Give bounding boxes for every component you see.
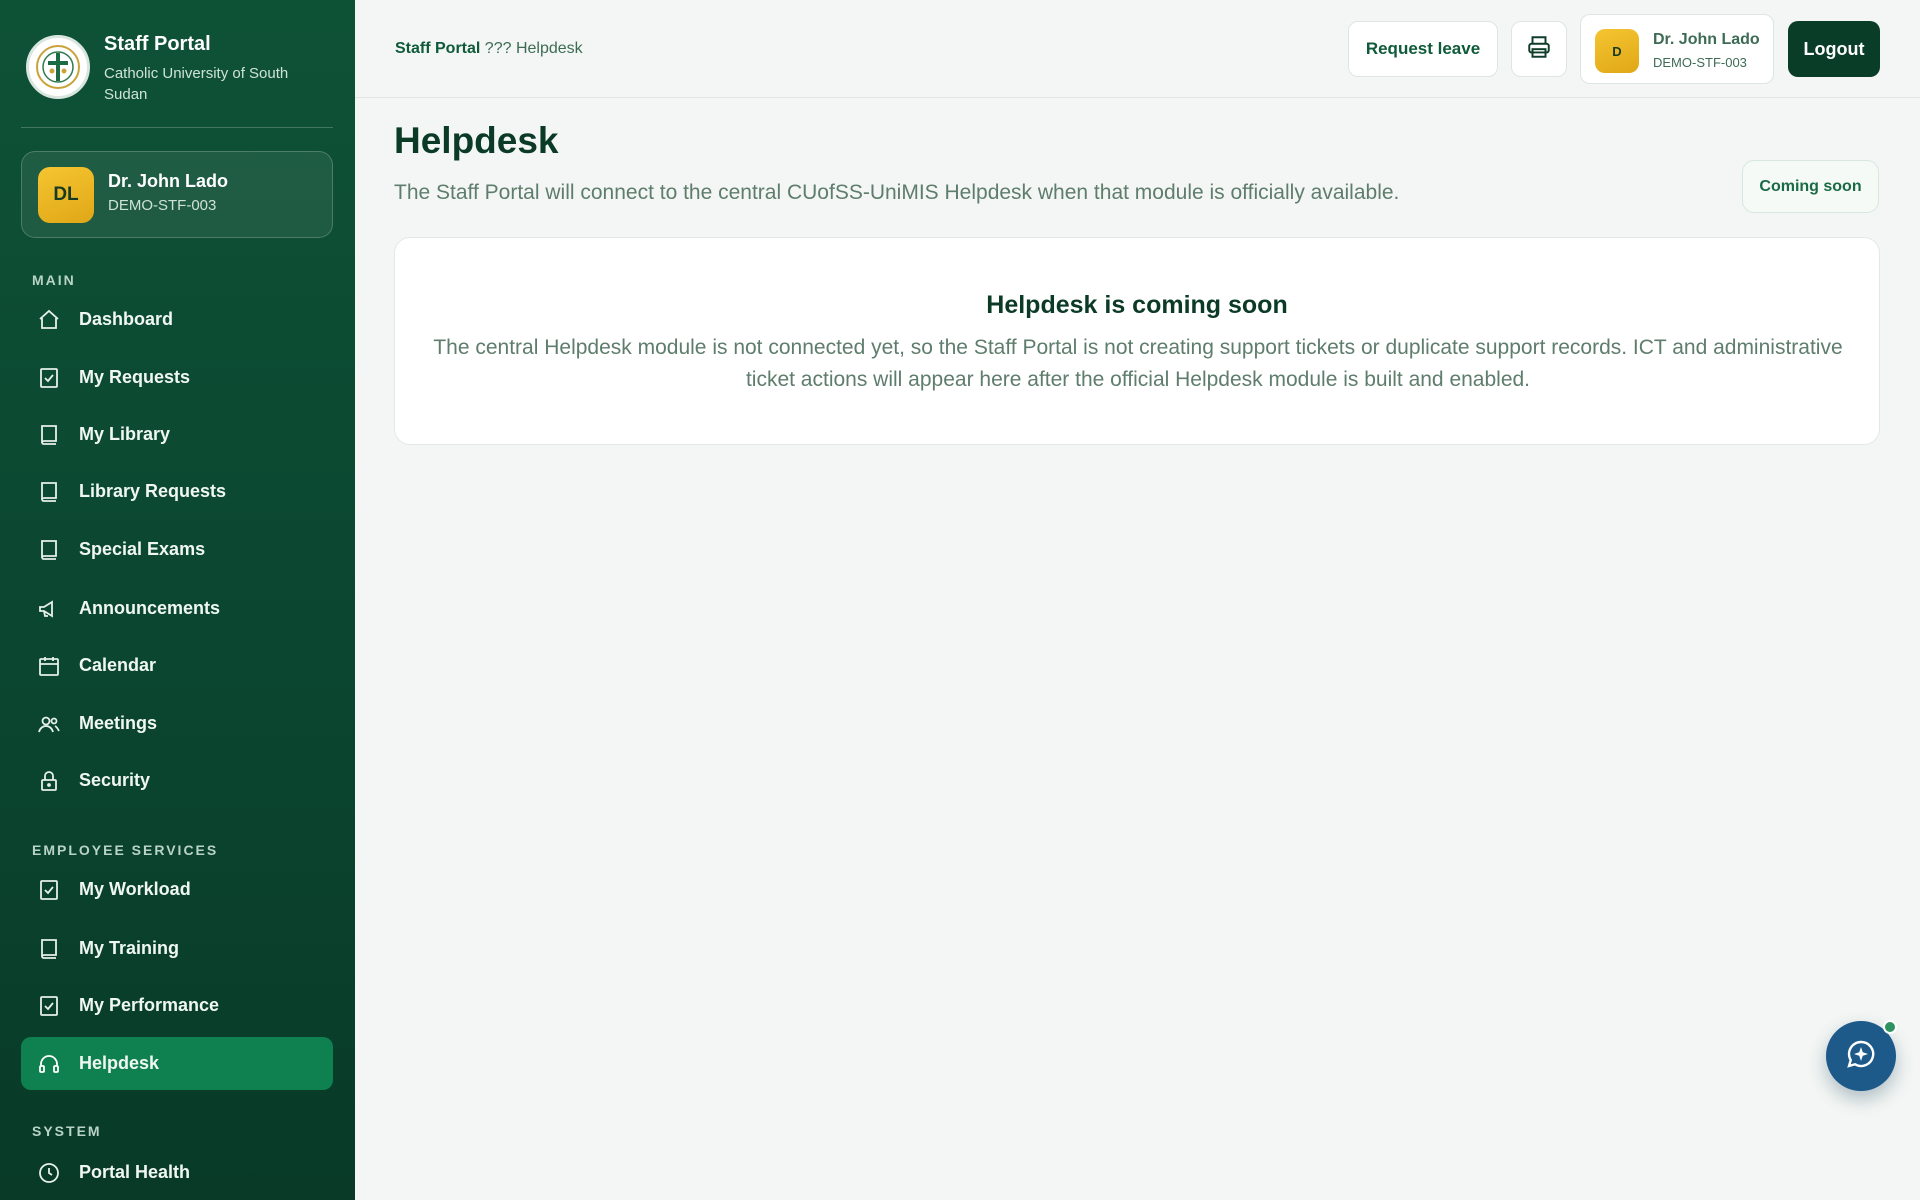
- sidebar-item-announcements[interactable]: Announcements: [21, 582, 333, 635]
- card-body: The central Helpdesk module is not conne…: [433, 336, 1843, 391]
- sidebar-item-my-training[interactable]: My Training: [21, 922, 333, 975]
- sidebar-item-my-workload[interactable]: My Workload: [21, 863, 333, 916]
- sidebar-item-label: Announcements: [79, 598, 221, 618]
- sidebar-item-label: Portal Health: [79, 1162, 191, 1182]
- request-leave-button[interactable]: Request leave: [1348, 21, 1498, 77]
- sidebar-item-portal-health[interactable]: Portal Health: [21, 1146, 333, 1199]
- sidebar-item-label: Library Requests: [79, 481, 227, 501]
- sidebar-item-label: My Training: [79, 938, 180, 958]
- page-subtitle: The Staff Portal will connect to the cen…: [394, 181, 1400, 204]
- sidebar: Staff Portal Catholic University of Sout…: [0, 0, 355, 1200]
- sidebar-item-label: My Workload: [79, 879, 191, 899]
- brand: Staff Portal Catholic University of Sout…: [26, 33, 326, 108]
- user-id: DEMO-STF-003: [108, 197, 217, 214]
- user-name: Dr. John Lado: [1653, 31, 1760, 48]
- sidebar-item-my-library[interactable]: My Library: [21, 408, 333, 461]
- sidebar-item-label: Helpdesk: [79, 1053, 160, 1073]
- users-icon: [37, 712, 61, 736]
- breadcrumb-root[interactable]: Staff Portal: [395, 40, 480, 57]
- user-card[interactable]: DL Dr. John Lado DEMO-STF-003: [21, 151, 333, 238]
- sidebar-item-label: Security: [79, 770, 151, 790]
- megaphone-icon: [37, 597, 61, 621]
- logout-button[interactable]: Logout: [1788, 21, 1880, 77]
- topbar: Staff Portal ??? Helpdesk Request leave …: [355, 0, 1920, 98]
- sidebar-item-label: My Requests: [79, 367, 191, 387]
- brand-subtitle: Catholic University of South Sudan: [104, 65, 289, 103]
- online-status-dot: [1883, 1020, 1897, 1034]
- sidebar-divider: [21, 127, 333, 128]
- sidebar-item-label: My Library: [79, 424, 171, 444]
- card-title: Helpdesk is coming soon: [986, 291, 1288, 319]
- home-icon: [37, 308, 61, 332]
- chat-sparkle-icon: [1845, 1038, 1877, 1075]
- sidebar-item-meetings[interactable]: Meetings: [21, 697, 333, 750]
- section-label-system: SYSTEM: [32, 1123, 102, 1139]
- checklist-icon: [37, 366, 61, 390]
- user-menu[interactable]: D Dr. John Lado DEMO-STF-003: [1580, 14, 1774, 84]
- breadcrumb-current: ??? Helpdesk: [484, 40, 583, 57]
- sidebar-item-security[interactable]: Security: [21, 754, 333, 807]
- status-badge: Coming soon: [1742, 160, 1879, 213]
- user-id: DEMO-STF-003: [1653, 55, 1747, 70]
- book-icon: [37, 480, 61, 504]
- section-label-main: MAIN: [32, 272, 76, 288]
- book-icon: [37, 538, 61, 562]
- lock-icon: [37, 769, 61, 793]
- sidebar-item-dashboard[interactable]: Dashboard: [21, 293, 333, 346]
- sidebar-item-label: Special Exams: [79, 539, 206, 559]
- checklist-icon: [37, 994, 61, 1018]
- sidebar-item-library-requests[interactable]: Library Requests: [21, 465, 333, 518]
- sidebar-item-calendar[interactable]: Calendar: [21, 639, 333, 692]
- book-icon: [37, 937, 61, 961]
- avatar: D: [1595, 29, 1639, 73]
- sidebar-item-label: My Performance: [79, 995, 220, 1015]
- sidebar-item-label: Calendar: [79, 655, 157, 675]
- printer-icon: [1526, 34, 1552, 65]
- brand-title: Staff Portal: [104, 33, 211, 55]
- headset-icon: [37, 1052, 61, 1076]
- sidebar-item-helpdesk[interactable]: Helpdesk: [21, 1037, 333, 1090]
- sidebar-item-label: Dashboard: [79, 309, 174, 329]
- sidebar-item-my-requests[interactable]: My Requests: [21, 351, 333, 404]
- avatar: DL: [38, 167, 94, 223]
- sidebar-item-label: Meetings: [79, 713, 158, 733]
- clock-icon: [37, 1161, 61, 1185]
- book-icon: [37, 423, 61, 447]
- checklist-icon: [37, 878, 61, 902]
- user-name: Dr. John Lado: [108, 171, 229, 191]
- page-title: Helpdesk: [394, 120, 559, 161]
- section-label-employee-services: EMPLOYEE SERVICES: [32, 842, 219, 858]
- coming-soon-card: Helpdesk is coming soon The central Help…: [394, 237, 1880, 445]
- university-logo: [26, 35, 90, 99]
- calendar-icon: [37, 654, 61, 678]
- print-button[interactable]: [1511, 21, 1567, 77]
- sidebar-item-my-performance[interactable]: My Performance: [21, 979, 333, 1032]
- breadcrumb: Staff Portal ??? Helpdesk: [395, 40, 583, 58]
- sidebar-item-special-exams[interactable]: Special Exams: [21, 523, 333, 576]
